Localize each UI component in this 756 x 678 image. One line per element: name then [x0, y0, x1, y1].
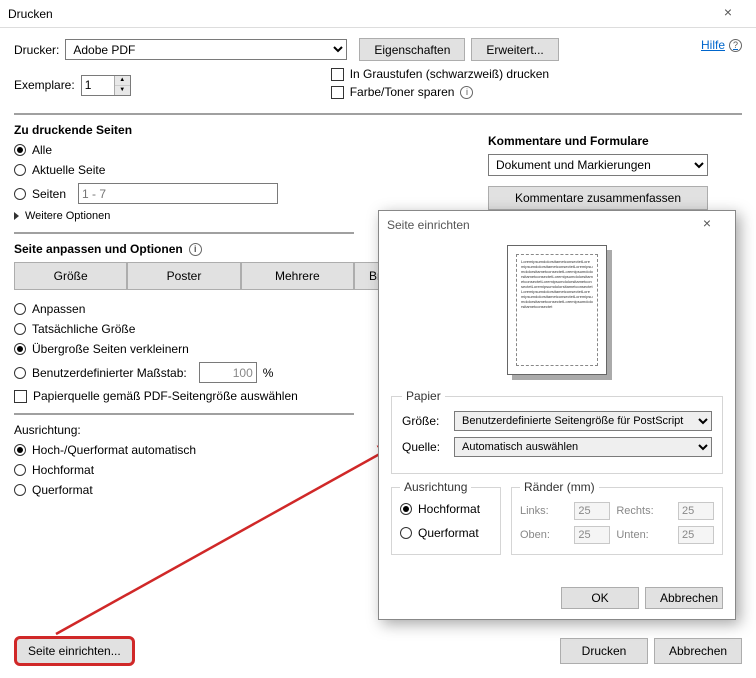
copies-input[interactable] [82, 76, 114, 95]
margin-top-input[interactable] [574, 526, 610, 544]
radio-custom-scale[interactable] [14, 367, 26, 379]
multiple-button[interactable]: Mehrere [241, 262, 354, 290]
orientation-landscape[interactable] [14, 484, 26, 496]
pages-section-title: Zu druckende Seiten [14, 123, 354, 137]
comments-select[interactable]: Dokument und Markierungen [488, 154, 708, 176]
print-button[interactable]: Drucken [560, 638, 648, 664]
sub-cancel-button[interactable]: Abbrechen [645, 587, 723, 609]
margin-bottom-input[interactable] [678, 526, 714, 544]
sub-ok-button[interactable]: OK [561, 587, 639, 609]
close-icon[interactable]: × [708, 4, 748, 24]
chevron-right-icon [14, 212, 19, 220]
margin-bottom-label: Unten: [616, 529, 672, 541]
savetoner-checkbox[interactable] [331, 86, 344, 99]
grayscale-checkbox[interactable] [331, 68, 344, 81]
margin-top-label: Oben: [520, 529, 568, 541]
radio-actual[interactable] [14, 323, 26, 335]
scale-unit: % [263, 366, 274, 380]
sub-landscape-label: Querformat [418, 526, 479, 540]
radio-range-label: Seiten [32, 187, 78, 201]
grayscale-label: In Graustufen (schwarzweiß) drucken [350, 67, 549, 81]
window-title: Drucken [8, 7, 53, 21]
sub-orientation-fieldset: Ausrichtung Hochformat Querformat [391, 480, 501, 555]
subdialog-title: Seite einrichten [387, 218, 470, 232]
paper-source-label: Quelle: [402, 440, 454, 454]
subdialog-close-icon[interactable]: × [687, 215, 727, 235]
main-titlebar: Drucken × [0, 0, 756, 28]
radio-shrink-label: Übergroße Seiten verkleinern [32, 342, 189, 356]
orientation-portrait[interactable] [14, 464, 26, 476]
margin-left-label: Links: [520, 505, 568, 517]
fit-section-title: Seite anpassen und Optionen [14, 242, 183, 256]
page-setup-button[interactable]: Seite einrichten... [14, 636, 135, 666]
more-options-label: Weitere Optionen [25, 210, 110, 222]
copies-label: Exemplare: [14, 78, 75, 92]
sub-orientation-legend: Ausrichtung [400, 480, 471, 494]
paper-source-select[interactable]: Automatisch auswählen [454, 437, 712, 457]
page-preview: LoremipsumdolorsitametconsectetLoremipsu… [507, 245, 607, 375]
scale-input[interactable] [199, 362, 257, 383]
properties-button[interactable]: Eigenschaften [359, 38, 465, 61]
sub-portrait-label: Hochformat [418, 502, 480, 516]
spin-down-icon[interactable]: ▼ [115, 86, 130, 95]
orientation-landscape-label: Querformat [32, 483, 93, 497]
orientation-portrait-label: Hochformat [32, 463, 94, 477]
paper-fieldset: Papier Größe: Benutzerdefinierte Seiteng… [391, 389, 723, 474]
radio-shrink[interactable] [14, 343, 26, 355]
paper-legend: Papier [402, 389, 445, 403]
printer-select[interactable]: Adobe PDF [65, 39, 347, 60]
comments-section-title: Kommentare und Formulare [488, 134, 740, 148]
more-options-disclosure[interactable]: Weitere Optionen [14, 210, 354, 222]
paper-size-select[interactable]: Benutzerdefinierte Seitengröße für PostS… [454, 411, 712, 431]
margins-legend: Ränder (mm) [520, 480, 599, 494]
page-setup-label: Seite einrichten... [28, 644, 121, 658]
summarize-comments-button[interactable]: Kommentare zusammenfassen [488, 186, 708, 210]
info-icon[interactable]: i [460, 86, 473, 99]
radio-all-label: Alle [32, 143, 52, 157]
page-setup-dialog: Seite einrichten × Loremipsumdolorsitame… [378, 210, 736, 620]
size-button[interactable]: Größe [14, 262, 127, 290]
spin-up-icon[interactable]: ▲ [115, 76, 130, 86]
margin-right-input[interactable] [678, 502, 714, 520]
radio-all[interactable] [14, 144, 26, 156]
source-by-pdf-checkbox[interactable] [14, 390, 27, 403]
radio-custom-scale-label: Benutzerdefinierter Maßstab: [32, 366, 187, 380]
info-icon[interactable]: i [189, 243, 202, 256]
cancel-button[interactable]: Abbrechen [654, 638, 742, 664]
pages-range-input[interactable] [78, 183, 278, 204]
printer-label: Drucker: [14, 43, 59, 57]
orientation-auto-label: Hoch-/Querformat automatisch [32, 443, 196, 457]
advanced-button[interactable]: Erweitert... [471, 38, 558, 61]
radio-range[interactable] [14, 188, 26, 200]
radio-fit-label: Anpassen [32, 302, 85, 316]
source-by-pdf-label: Papierquelle gemäß PDF-Seitengröße auswä… [33, 389, 298, 403]
sub-portrait-radio[interactable] [400, 503, 412, 515]
copies-spinner[interactable]: ▲▼ [81, 75, 131, 96]
margin-left-input[interactable] [574, 502, 610, 520]
radio-fit[interactable] [14, 303, 26, 315]
poster-button[interactable]: Poster [127, 262, 240, 290]
paper-size-label: Größe: [402, 414, 454, 428]
radio-actual-label: Tatsächliche Größe [32, 322, 135, 336]
orientation-auto[interactable] [14, 444, 26, 456]
orientation-title: Ausrichtung: [14, 423, 354, 437]
margin-right-label: Rechts: [616, 505, 672, 517]
radio-current[interactable] [14, 164, 26, 176]
savetoner-label: Farbe/Toner sparen [350, 85, 455, 99]
page-preview-content: LoremipsumdolorsitametconsectetLoremipsu… [516, 254, 598, 366]
radio-current-label: Aktuelle Seite [32, 163, 105, 177]
sub-landscape-radio[interactable] [400, 527, 412, 539]
margins-fieldset: Ränder (mm) Links: Rechts: Oben: Unten: [511, 480, 723, 555]
